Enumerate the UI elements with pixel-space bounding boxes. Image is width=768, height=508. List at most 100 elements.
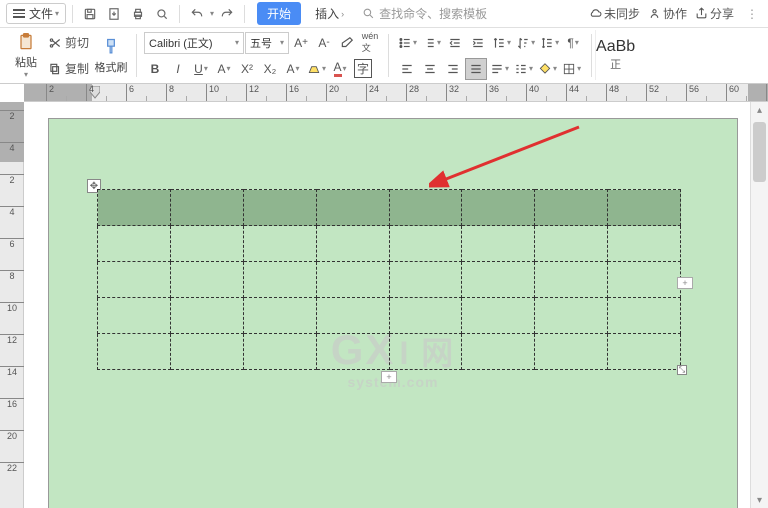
- ruler-tick: 56: [686, 84, 699, 102]
- align-right-icon: [446, 62, 460, 76]
- add-column-handle[interactable]: +: [677, 277, 693, 289]
- copy-button[interactable]: 复制: [46, 58, 91, 80]
- share-button[interactable]: 分享: [695, 5, 734, 22]
- align-right-button[interactable]: [442, 58, 464, 80]
- table-resize-handle[interactable]: ⤡: [677, 365, 687, 375]
- cut-button[interactable]: 剪切: [46, 32, 91, 54]
- decrease-indent-button[interactable]: [444, 32, 466, 54]
- style-preview-text: AaBb: [596, 38, 635, 56]
- ruler-tick: 6: [126, 84, 134, 102]
- file-menu[interactable]: 文件 ▾: [6, 3, 66, 24]
- save-icon[interactable]: [79, 3, 101, 25]
- increase-indent-button[interactable]: [467, 32, 489, 54]
- italic-button[interactable]: I: [167, 58, 189, 80]
- superscript-button[interactable]: X²: [236, 58, 258, 80]
- paste-button[interactable]: 粘贴 ▾: [8, 31, 44, 81]
- font-color-button[interactable]: A▾: [329, 58, 351, 80]
- horizontal-ruler[interactable]: 2468101216202428323640444852566064: [24, 84, 768, 102]
- borders-button[interactable]: ▾: [560, 58, 583, 80]
- bullets-button[interactable]: ▾: [396, 32, 419, 54]
- style-gallery[interactable]: AaBb 正: [595, 30, 635, 80]
- table-row: [98, 298, 681, 334]
- print-preview-icon[interactable]: [151, 3, 173, 25]
- show-marks-button[interactable]: ¶▾: [562, 32, 584, 54]
- collab-button[interactable]: 协作: [648, 5, 687, 22]
- cut-label: 剪切: [65, 34, 89, 51]
- ruler-tick: 22: [0, 462, 24, 473]
- align-left-button[interactable]: [396, 58, 418, 80]
- align-left-icon: [400, 62, 414, 76]
- text-direction-button[interactable]: ▾: [490, 32, 513, 54]
- undo-icon[interactable]: [186, 3, 208, 25]
- collab-label: 协作: [663, 5, 687, 22]
- table-row: [98, 262, 681, 298]
- bullets-icon: [398, 36, 412, 50]
- ruler-tick: 40: [526, 84, 539, 102]
- sync-status[interactable]: 未同步: [589, 5, 640, 22]
- font-size-select[interactable]: 五号▾: [245, 32, 289, 54]
- ruler-tick: 10: [206, 84, 219, 102]
- align-justify-icon: [469, 62, 483, 76]
- font-size-value: 五号: [250, 35, 272, 51]
- ruler-tick: 4: [0, 206, 24, 217]
- tab-stops-button[interactable]: ▾: [512, 58, 535, 80]
- change-case-button[interactable]: A▾: [282, 58, 304, 80]
- print-icon[interactable]: [127, 3, 149, 25]
- ruler-tick: 4: [0, 142, 24, 153]
- add-row-handle[interactable]: +: [381, 371, 397, 383]
- text-direction-icon: [492, 36, 506, 50]
- scroll-up-icon[interactable]: ▴: [751, 102, 768, 118]
- underline-button[interactable]: U▾: [190, 58, 212, 80]
- search-box[interactable]: 查找命令、搜索模板: [362, 5, 587, 22]
- vertical-scrollbar[interactable]: ▴ ▾: [750, 102, 768, 508]
- ruler-tick: 20: [0, 430, 24, 441]
- tab-start[interactable]: 开始: [257, 2, 301, 25]
- menu-bar: 文件 ▾ ▾ 开始 插入› 查找命令、搜索模板 未同步 协作 分享 ⋮: [0, 0, 768, 28]
- char-border-button[interactable]: 字: [352, 58, 374, 80]
- separator: [244, 5, 245, 23]
- line-spacing-button[interactable]: ▾: [538, 32, 561, 54]
- table-row: [98, 226, 681, 262]
- more-icon[interactable]: ⋮: [742, 7, 762, 21]
- distribute-button[interactable]: ▾: [488, 58, 511, 80]
- phonetic-guide-button[interactable]: wén文: [359, 32, 381, 54]
- undo-dropdown[interactable]: ▾: [210, 9, 214, 18]
- ruler-right-margin: [748, 84, 768, 102]
- grow-font-button[interactable]: A+: [290, 32, 312, 54]
- ruler-tick: 52: [646, 84, 659, 102]
- clear-format-button[interactable]: [336, 32, 358, 54]
- scrollbar-thumb[interactable]: [753, 122, 766, 182]
- align-center-button[interactable]: [419, 58, 441, 80]
- ruler-tick: 44: [566, 84, 579, 102]
- separator: [388, 34, 389, 77]
- sort-button[interactable]: ▾: [514, 32, 537, 54]
- ruler-tick: 16: [0, 398, 24, 409]
- vertical-ruler[interactable]: 242468101214162022: [0, 102, 24, 508]
- scroll-down-icon[interactable]: ▾: [751, 492, 768, 508]
- format-painter-button[interactable]: 格式刷: [93, 31, 129, 81]
- separator: [136, 34, 137, 77]
- highlight-button[interactable]: ▾: [305, 58, 328, 80]
- copy-label: 复制: [65, 60, 89, 77]
- strikethrough-button[interactable]: A▾: [213, 58, 235, 80]
- ruler-tick: 16: [286, 84, 299, 102]
- ruler-tick: 6: [0, 238, 24, 249]
- shading-button[interactable]: ▾: [536, 58, 559, 80]
- shrink-font-button[interactable]: A-: [313, 32, 335, 54]
- bold-button[interactable]: B: [144, 58, 166, 80]
- page[interactable]: GX I 网 system.com ✥ + + ⤡: [48, 118, 738, 508]
- subscript-button[interactable]: X₂: [259, 58, 281, 80]
- numbering-button[interactable]: ▾: [420, 32, 443, 54]
- document-table[interactable]: [97, 189, 681, 370]
- file-label: 文件: [29, 5, 53, 22]
- font-name-select[interactable]: Calibri (正文)▾: [144, 32, 244, 54]
- table-row: [98, 190, 681, 226]
- table-row: [98, 334, 681, 370]
- ruler-tick: 32: [446, 84, 459, 102]
- tabs-icon: [514, 62, 528, 76]
- tab-insert[interactable]: 插入›: [309, 2, 350, 25]
- export-icon[interactable]: [103, 3, 125, 25]
- align-justify-button[interactable]: [465, 58, 487, 80]
- chevron-down-icon: ▾: [55, 9, 59, 18]
- redo-icon[interactable]: [216, 3, 238, 25]
